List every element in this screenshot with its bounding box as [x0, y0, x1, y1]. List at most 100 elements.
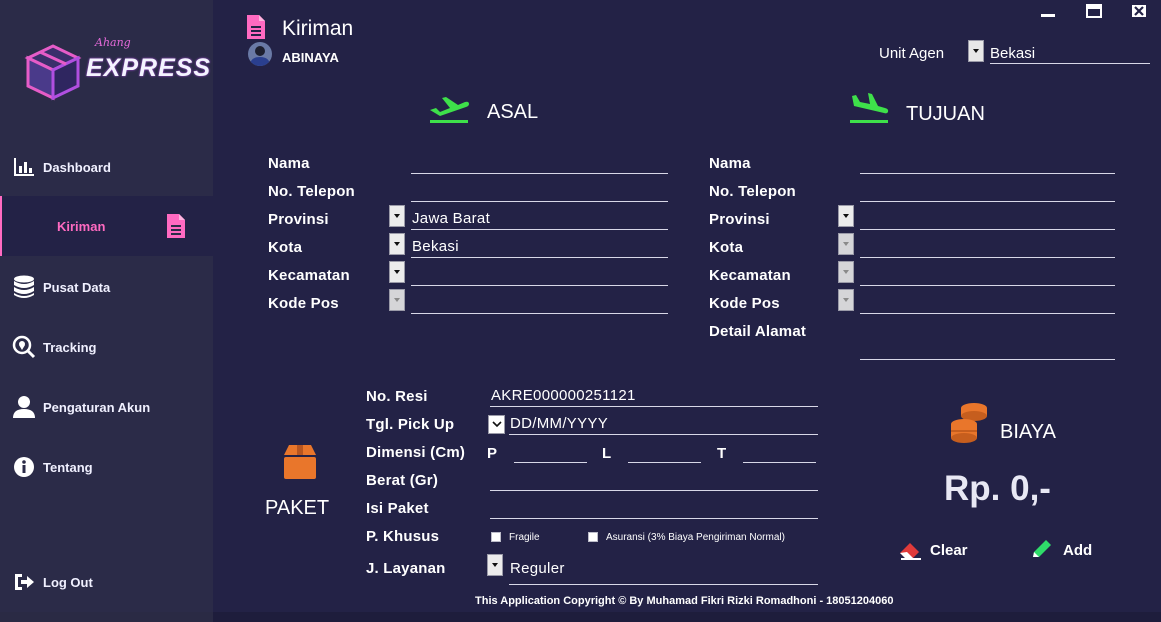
logout-label: Log Out	[43, 574, 93, 590]
chevron-down-icon	[843, 242, 849, 246]
tujuan-detail-input[interactable]	[860, 322, 1115, 360]
isi-input[interactable]	[490, 499, 818, 519]
tujuan-kodepos-select[interactable]	[860, 294, 1115, 314]
page-title: Kiriman	[282, 17, 354, 40]
logout-icon	[12, 570, 36, 594]
asal-kodepos-dropdown-button[interactable]	[389, 289, 405, 311]
tujuan-provinsi-dropdown-button[interactable]	[838, 205, 854, 227]
tujuan-telepon-input[interactable]	[860, 182, 1115, 202]
agent-select[interactable]: Bekasi	[990, 40, 1150, 64]
isi-label: Isi Paket	[366, 500, 429, 517]
chevron-down-icon	[843, 270, 849, 274]
pickup-date-input[interactable]: DD/MM/YYYY	[509, 415, 818, 435]
chevron-down-icon	[394, 270, 400, 274]
page-document-icon	[246, 14, 266, 45]
asal-kecamatan-select[interactable]	[411, 266, 668, 286]
clear-label: Clear	[930, 541, 968, 559]
add-button[interactable]: Add	[1030, 537, 1092, 563]
berat-label: Berat (Gr)	[366, 472, 439, 489]
asal-kota-label: Kota	[268, 239, 303, 256]
database-icon	[12, 275, 36, 299]
asal-nama-input[interactable]	[411, 154, 668, 174]
asal-kota-dropdown-button[interactable]	[389, 233, 405, 255]
sidebar-item-tracking[interactable]: Tracking	[0, 319, 213, 375]
logout-button[interactable]: Log Out	[0, 554, 213, 610]
layanan-dropdown-button[interactable]	[487, 554, 503, 576]
sidebar-item-pengaturan-akun[interactable]: Pengaturan Akun	[0, 379, 213, 435]
biaya-amount: Rp. 0,-	[944, 469, 1051, 508]
tujuan-kota-label: Kota	[709, 239, 744, 256]
resi-label: No. Resi	[366, 388, 428, 405]
add-label: Add	[1063, 541, 1093, 559]
close-icon	[1132, 5, 1146, 17]
sidebar-item-label: Pengaturan Akun	[43, 399, 151, 415]
sidebar-item-label: Dashboard	[43, 159, 111, 175]
maximize-icon	[1086, 4, 1102, 18]
sidebar-item-pusat-data[interactable]: Pusat Data	[0, 259, 213, 315]
sidebar-item-dashboard[interactable]: Dashboard	[0, 139, 213, 195]
sidebar-item-label: Tentang	[43, 459, 93, 475]
layanan-select[interactable]: Reguler	[509, 558, 818, 585]
khusus-label: P. Khusus	[366, 528, 440, 545]
pencil-icon	[1033, 540, 1051, 557]
sidebar-item-label: Pusat Data	[43, 279, 111, 295]
user-icon	[12, 395, 36, 419]
asal-provinsi-dropdown-button[interactable]	[389, 205, 405, 227]
asal-telepon-input[interactable]	[411, 182, 668, 202]
asuransi-checkbox[interactable]	[588, 532, 598, 542]
chevron-down-icon	[492, 563, 498, 567]
sidebar-item-kiriman[interactable]: Kiriman	[0, 196, 213, 256]
fragile-label: Fragile	[509, 532, 540, 543]
asal-kecamatan-label: Kecamatan	[268, 267, 350, 284]
sidebar-item-label: Tracking	[43, 339, 97, 355]
asal-telepon-label: No. Telepon	[268, 183, 355, 200]
asal-nama-label: Nama	[268, 155, 310, 172]
close-window-button[interactable]	[1127, 2, 1151, 20]
maximize-button[interactable]	[1082, 2, 1106, 20]
tujuan-kota-select[interactable]	[860, 238, 1115, 258]
plane-departure-icon	[428, 94, 470, 129]
sidebar-item-tentang[interactable]: Tentang	[0, 439, 213, 495]
tujuan-kecamatan-label: Kecamatan	[709, 267, 791, 284]
tujuan-kecamatan-select[interactable]	[860, 266, 1115, 286]
berat-input[interactable]	[490, 471, 818, 491]
avatar	[248, 42, 272, 66]
paket-title: PAKET	[265, 497, 330, 519]
tujuan-provinsi-label: Provinsi	[709, 211, 770, 228]
asal-kota-select[interactable]: Bekasi	[411, 238, 668, 258]
document-icon	[164, 214, 188, 238]
asal-provinsi-label: Provinsi	[268, 211, 329, 228]
sidebar-item-label: Kiriman	[57, 218, 106, 234]
tujuan-nama-input[interactable]	[860, 154, 1115, 174]
asal-provinsi-select[interactable]: Jawa Barat	[411, 210, 668, 230]
chevron-down-icon	[843, 214, 849, 218]
pickup-date-dropdown-button[interactable]	[488, 415, 505, 434]
fragile-checkbox[interactable]	[491, 532, 501, 542]
chevron-down-icon	[491, 421, 502, 428]
agent-dropdown-button[interactable]	[968, 40, 984, 62]
asal-kodepos-select[interactable]	[411, 294, 668, 314]
dimensi-label: Dimensi (Cm)	[366, 444, 466, 461]
sidebar: Ahang EXPRESS Dashboard Kiriman Pusat Da…	[0, 0, 213, 612]
chart-icon	[12, 155, 36, 179]
tujuan-provinsi-select[interactable]	[860, 210, 1115, 230]
asal-kecamatan-dropdown-button[interactable]	[389, 261, 405, 283]
active-indicator	[0, 196, 2, 256]
asal-title: ASAL	[487, 101, 539, 123]
tujuan-kecamatan-dropdown-button[interactable]	[838, 261, 854, 283]
dimensi-t-label: T	[717, 445, 727, 462]
info-icon	[12, 455, 36, 479]
tujuan-kodepos-dropdown-button[interactable]	[838, 289, 854, 311]
dimensi-t-input[interactable]	[743, 443, 816, 463]
layanan-label: J. Layanan	[366, 560, 446, 577]
dimensi-p-label: P	[487, 445, 498, 462]
minimize-icon	[1041, 14, 1055, 17]
tujuan-kodepos-label: Kode Pos	[709, 295, 780, 312]
clear-button[interactable]: Clear	[898, 537, 968, 563]
dimensi-l-input[interactable]	[628, 443, 701, 463]
minimize-button[interactable]	[1036, 2, 1060, 20]
logo-tagline: Ahang	[95, 36, 131, 49]
copyright-text: This Application Copyright © By Muhamad …	[475, 595, 894, 607]
tujuan-kota-dropdown-button[interactable]	[838, 233, 854, 255]
dimensi-p-input[interactable]	[514, 443, 587, 463]
